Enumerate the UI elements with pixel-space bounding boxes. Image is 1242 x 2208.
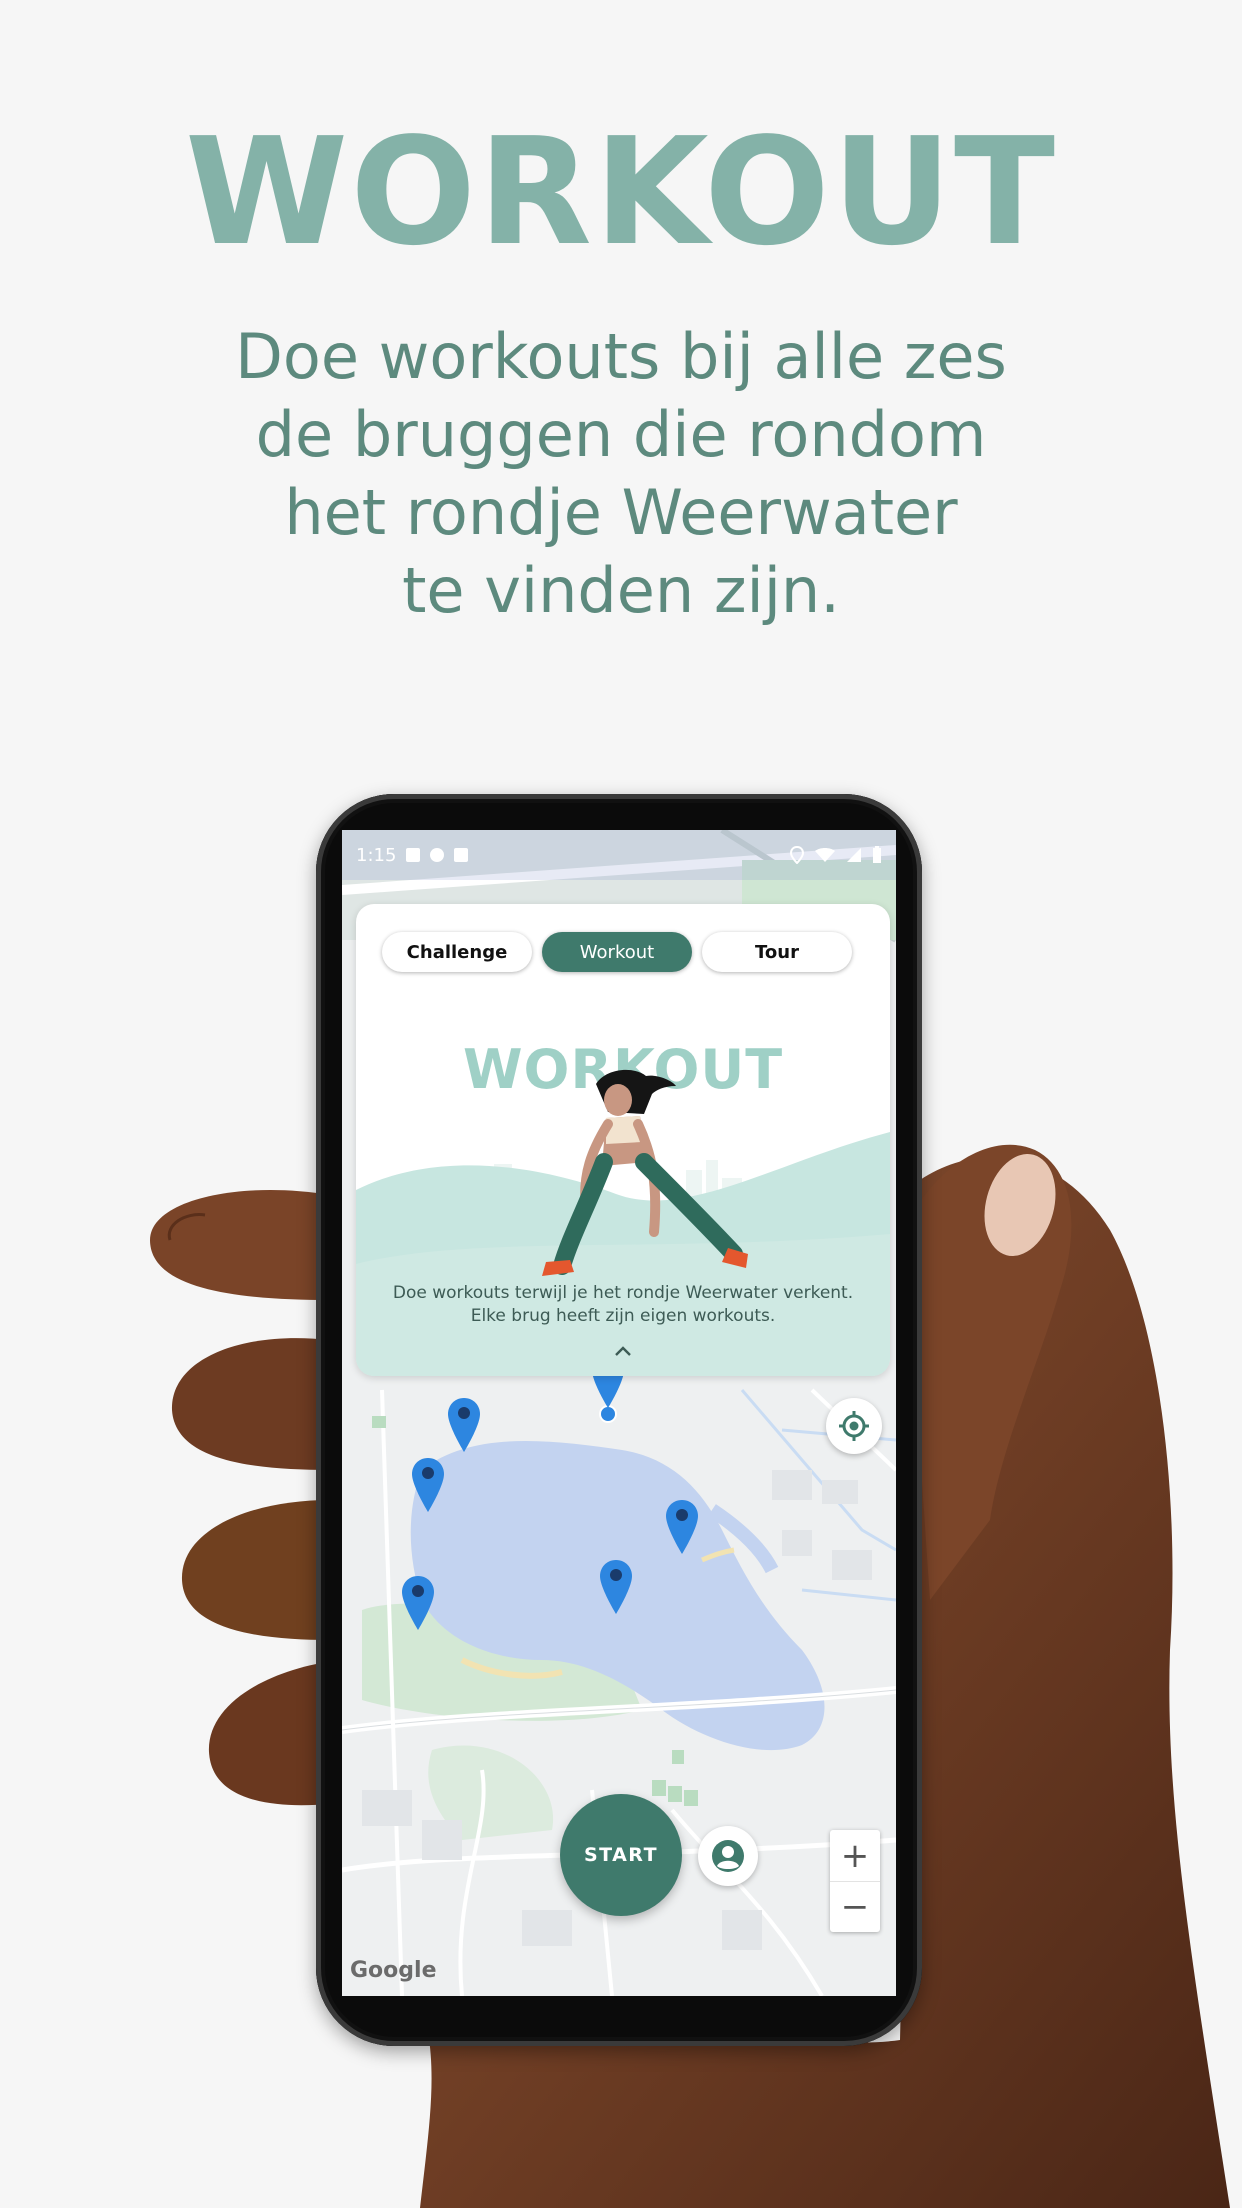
promo-subtitle-line: de bruggen die rondom xyxy=(255,398,987,471)
promo-subtitle-line: het rondje Weerwater xyxy=(284,476,958,549)
chevron-up-icon[interactable] xyxy=(613,1344,633,1358)
locate-icon xyxy=(839,1411,869,1441)
zoom-controls: + − xyxy=(830,1830,880,1932)
sd-card-icon xyxy=(454,848,469,862)
card-description-line: Elke brug heeft zijn eigen workouts. xyxy=(470,1306,776,1326)
location-status-icon xyxy=(790,846,804,864)
signal-icon xyxy=(847,848,861,862)
mode-tabs: Challenge Workout Tour xyxy=(382,932,852,972)
card-description-line: Doe workouts terwijl je het rondje Weerw… xyxy=(392,1283,854,1303)
promo-subtitle-line: te vinden zijn. xyxy=(402,554,840,627)
zoom-out-button[interactable]: − xyxy=(830,1881,880,1932)
tab-challenge[interactable]: Challenge xyxy=(382,932,532,972)
promo-title: WORKOUT xyxy=(184,106,1057,278)
app-notification-icon xyxy=(430,848,445,862)
profile-button[interactable] xyxy=(698,1826,758,1886)
map-pin-icon[interactable] xyxy=(400,1574,436,1632)
map-pin-icon[interactable] xyxy=(598,1558,634,1616)
map-pin-icon[interactable] xyxy=(446,1396,482,1454)
mode-card: Challenge Workout Tour WORKOUT Doe worko… xyxy=(356,904,890,1376)
promo-subtitle: Doe workouts bij alle zes de bruggen die… xyxy=(121,318,1121,630)
google-attribution: Google xyxy=(350,1958,437,1983)
tab-workout[interactable]: Workout xyxy=(542,932,692,972)
map-pin-icon[interactable] xyxy=(590,1370,626,1410)
zoom-in-button[interactable]: + xyxy=(830,1830,880,1881)
battery-icon xyxy=(873,846,881,863)
tab-tour[interactable]: Tour xyxy=(702,932,852,972)
profile-icon xyxy=(712,1840,744,1872)
locate-button[interactable] xyxy=(826,1398,882,1454)
map-pin-icon[interactable] xyxy=(664,1498,700,1556)
start-button[interactable]: START xyxy=(560,1794,682,1916)
wifi-icon xyxy=(815,848,835,862)
phone-frame: 1:15 Challenge Workout Tour WORKOUT Doe … xyxy=(316,794,922,2046)
status-bar: 1:15 xyxy=(342,830,896,880)
phone-screen: 1:15 Challenge Workout Tour WORKOUT Doe … xyxy=(342,830,896,1996)
map-pin-icon[interactable] xyxy=(410,1456,446,1514)
promo-subtitle-line: Doe workouts bij alle zes xyxy=(235,320,1007,393)
status-time: 1:15 xyxy=(356,844,397,866)
notification-icon xyxy=(406,848,421,862)
card-description: Doe workouts terwijl je het rondje Weerw… xyxy=(356,1282,890,1328)
